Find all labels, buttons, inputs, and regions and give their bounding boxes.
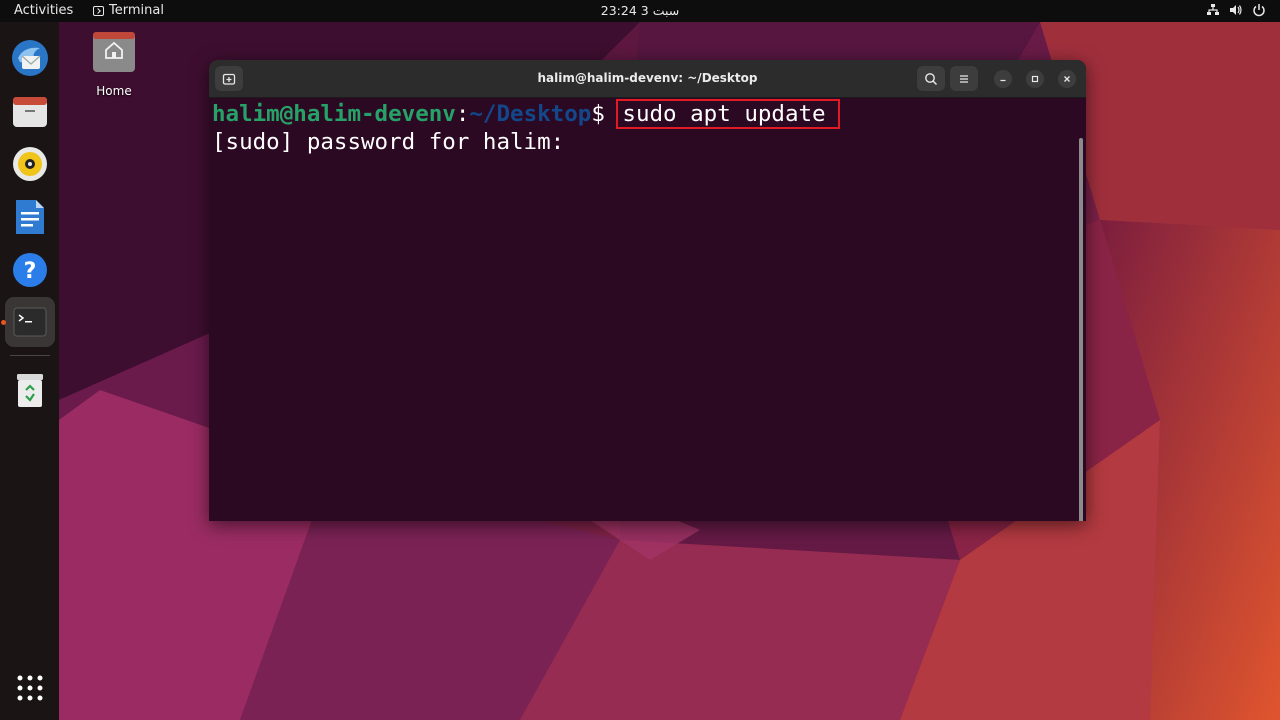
trash-icon[interactable]: [5, 365, 55, 415]
prompt-dollar: $: [591, 101, 619, 127]
close-icon: [1064, 76, 1070, 82]
terminal-scrollbar[interactable]: [1079, 138, 1083, 521]
power-icon: [1252, 3, 1266, 17]
running-indicator: [1, 320, 6, 325]
close-button[interactable]: [1058, 70, 1076, 88]
maximize-icon: [1031, 75, 1039, 83]
terminal-body[interactable]: halim@halim-devenv:~/Desktop$ sudo apt u…: [209, 98, 1086, 521]
terminal-window[interactable]: halim@halim-devenv: ~/Desktop halim@hali…: [209, 60, 1086, 521]
libreoffice-writer-icon[interactable]: [5, 192, 55, 242]
app-menu-label: Terminal: [109, 3, 164, 18]
help-icon[interactable]: ?: [5, 245, 55, 295]
sudo-password-prompt: [sudo] password for halim:: [212, 129, 565, 155]
maximize-button[interactable]: [1026, 70, 1044, 88]
minimize-icon: [1000, 79, 1006, 82]
prompt-user: halim@halim-devenv: [212, 101, 456, 127]
network-icon: [1206, 3, 1220, 17]
menu-button[interactable]: [950, 66, 978, 91]
dock: ?: [0, 22, 59, 720]
files-icon[interactable]: [5, 86, 55, 136]
app-menu[interactable]: Terminal: [93, 3, 164, 18]
terminal-small-icon: [93, 5, 104, 16]
prompt-path: ~/Desktop: [469, 101, 592, 127]
home-folder-icon: [92, 30, 136, 74]
activities-button[interactable]: Activities: [14, 3, 73, 18]
home-folder-label: Home: [96, 84, 132, 98]
highlighted-command: sudo apt update: [616, 99, 840, 129]
top-bar: Activities Terminal 23:24 سبت 3: [0, 0, 1280, 22]
clock[interactable]: 23:24 سبت 3: [601, 3, 679, 18]
minimize-button[interactable]: [994, 70, 1012, 88]
dock-separator: [10, 355, 50, 356]
terminal-header-bar[interactable]: halim@halim-devenv: ~/Desktop: [209, 60, 1086, 98]
system-status-area[interactable]: [1206, 3, 1266, 17]
svg-text:?: ?: [24, 259, 37, 284]
prompt-colon: :: [455, 101, 470, 127]
search-button[interactable]: [917, 66, 945, 91]
desktop-home-folder[interactable]: Home: [84, 30, 144, 98]
volume-icon: [1229, 3, 1243, 17]
terminal-icon[interactable]: [5, 297, 55, 347]
thunderbird-icon[interactable]: [5, 33, 55, 83]
search-icon: [925, 72, 938, 85]
show-applications-icon[interactable]: [5, 663, 55, 713]
rhythmbox-icon[interactable]: [5, 139, 55, 189]
hamburger-menu-icon: [960, 74, 968, 83]
terminal-output[interactable]: halim@halim-devenv:~/Desktop$ sudo apt u…: [212, 99, 840, 156]
